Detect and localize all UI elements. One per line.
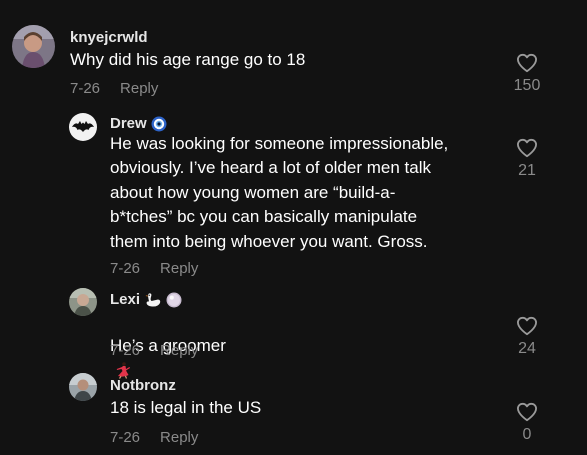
comment-text: He was looking for someone impressionabl… xyxy=(110,134,449,251)
comment-username[interactable]: Drew xyxy=(110,115,167,132)
comment-date: 7-26 xyxy=(110,429,141,446)
comment-item: Notbronz 18 is legal in the US 7-26 Reply… xyxy=(0,372,587,455)
pearl-icon xyxy=(166,292,182,307)
reply-button[interactable]: Reply xyxy=(160,429,198,446)
like-button[interactable]: 0 xyxy=(507,402,547,444)
like-count: 150 xyxy=(513,77,541,94)
avatar[interactable] xyxy=(69,113,97,141)
like-count: 21 xyxy=(518,162,536,179)
heart-icon xyxy=(517,138,537,158)
like-button[interactable]: 24 xyxy=(507,316,547,358)
heart-icon xyxy=(517,402,537,422)
comment-username[interactable]: Notbronz xyxy=(110,377,176,394)
swan-icon xyxy=(145,292,161,307)
comment-date: 7-26 xyxy=(110,342,141,359)
comment-item: Drew He was looking for someone impressi… xyxy=(0,110,587,286)
avatar[interactable] xyxy=(69,288,97,316)
comment-item: Lexi He’s a groomer 7-26 Reply 24 xyxy=(0,286,587,379)
reply-button[interactable]: Reply xyxy=(160,260,198,277)
comment-username[interactable]: knyejcrwld xyxy=(70,29,148,46)
reply-button[interactable]: Reply xyxy=(120,80,158,97)
blue-eye-badge-icon xyxy=(151,116,167,131)
like-button[interactable]: 21 xyxy=(507,138,547,180)
reply-button[interactable]: Reply xyxy=(160,342,198,359)
comment-meta: 7-26 Reply xyxy=(110,342,198,359)
like-count: 0 xyxy=(522,426,532,443)
heart-icon xyxy=(517,316,537,336)
avatar[interactable] xyxy=(69,373,97,401)
comment-item: knyejcrwld Why did his age range go to 1… xyxy=(0,0,587,110)
comment-date: 7-26 xyxy=(110,260,141,277)
comment-meta: 7-26 Reply xyxy=(110,429,198,446)
comment-meta: 7-26 Reply xyxy=(110,260,198,277)
heart-icon xyxy=(517,53,537,73)
like-count: 24 xyxy=(518,340,536,357)
comment-text: 18 is legal in the US xyxy=(110,398,262,417)
comment-date: 7-26 xyxy=(70,80,101,97)
comment-meta: 7-26 Reply xyxy=(70,80,158,97)
avatar[interactable] xyxy=(12,25,55,68)
comment-text: Why did his age range go to 18 xyxy=(70,50,306,69)
like-button[interactable]: 150 xyxy=(507,53,547,95)
comment-username[interactable]: Lexi xyxy=(110,291,182,308)
